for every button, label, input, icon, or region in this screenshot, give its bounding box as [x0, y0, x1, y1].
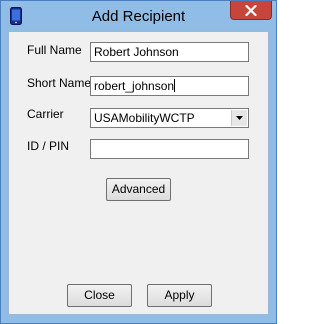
short-name-input[interactable]: robert_johnson: [90, 76, 249, 96]
id-pin-label: ID / PIN: [27, 139, 70, 153]
short-name-label: Short Name: [27, 76, 92, 90]
dropdown-arrow-button[interactable]: [231, 110, 247, 126]
carrier-value: USAMobilityWCTP: [94, 111, 195, 125]
full-name-input[interactable]: Robert Johnson: [90, 42, 249, 62]
title-bar[interactable]: Add Recipient: [1, 1, 276, 31]
close-button[interactable]: Close: [67, 284, 132, 307]
carrier-select[interactable]: USAMobilityWCTP: [90, 108, 249, 128]
close-icon: [245, 5, 257, 16]
carrier-label: Carrier: [27, 107, 64, 121]
dialog-body: Full Name Robert Johnson Short Name robe…: [8, 31, 269, 315]
chevron-down-icon: [236, 116, 243, 120]
id-pin-input[interactable]: [90, 139, 249, 159]
add-recipient-window: Add Recipient Full Name Robert Johnson S…: [0, 0, 277, 324]
text-caret: [174, 79, 176, 92]
short-name-value: robert_johnson: [94, 79, 175, 93]
window-close-button[interactable]: [230, 1, 272, 20]
full-name-value: Robert Johnson: [94, 45, 179, 59]
apply-button[interactable]: Apply: [147, 284, 212, 307]
advanced-button[interactable]: Advanced: [106, 178, 171, 201]
full-name-label: Full Name: [27, 43, 82, 57]
